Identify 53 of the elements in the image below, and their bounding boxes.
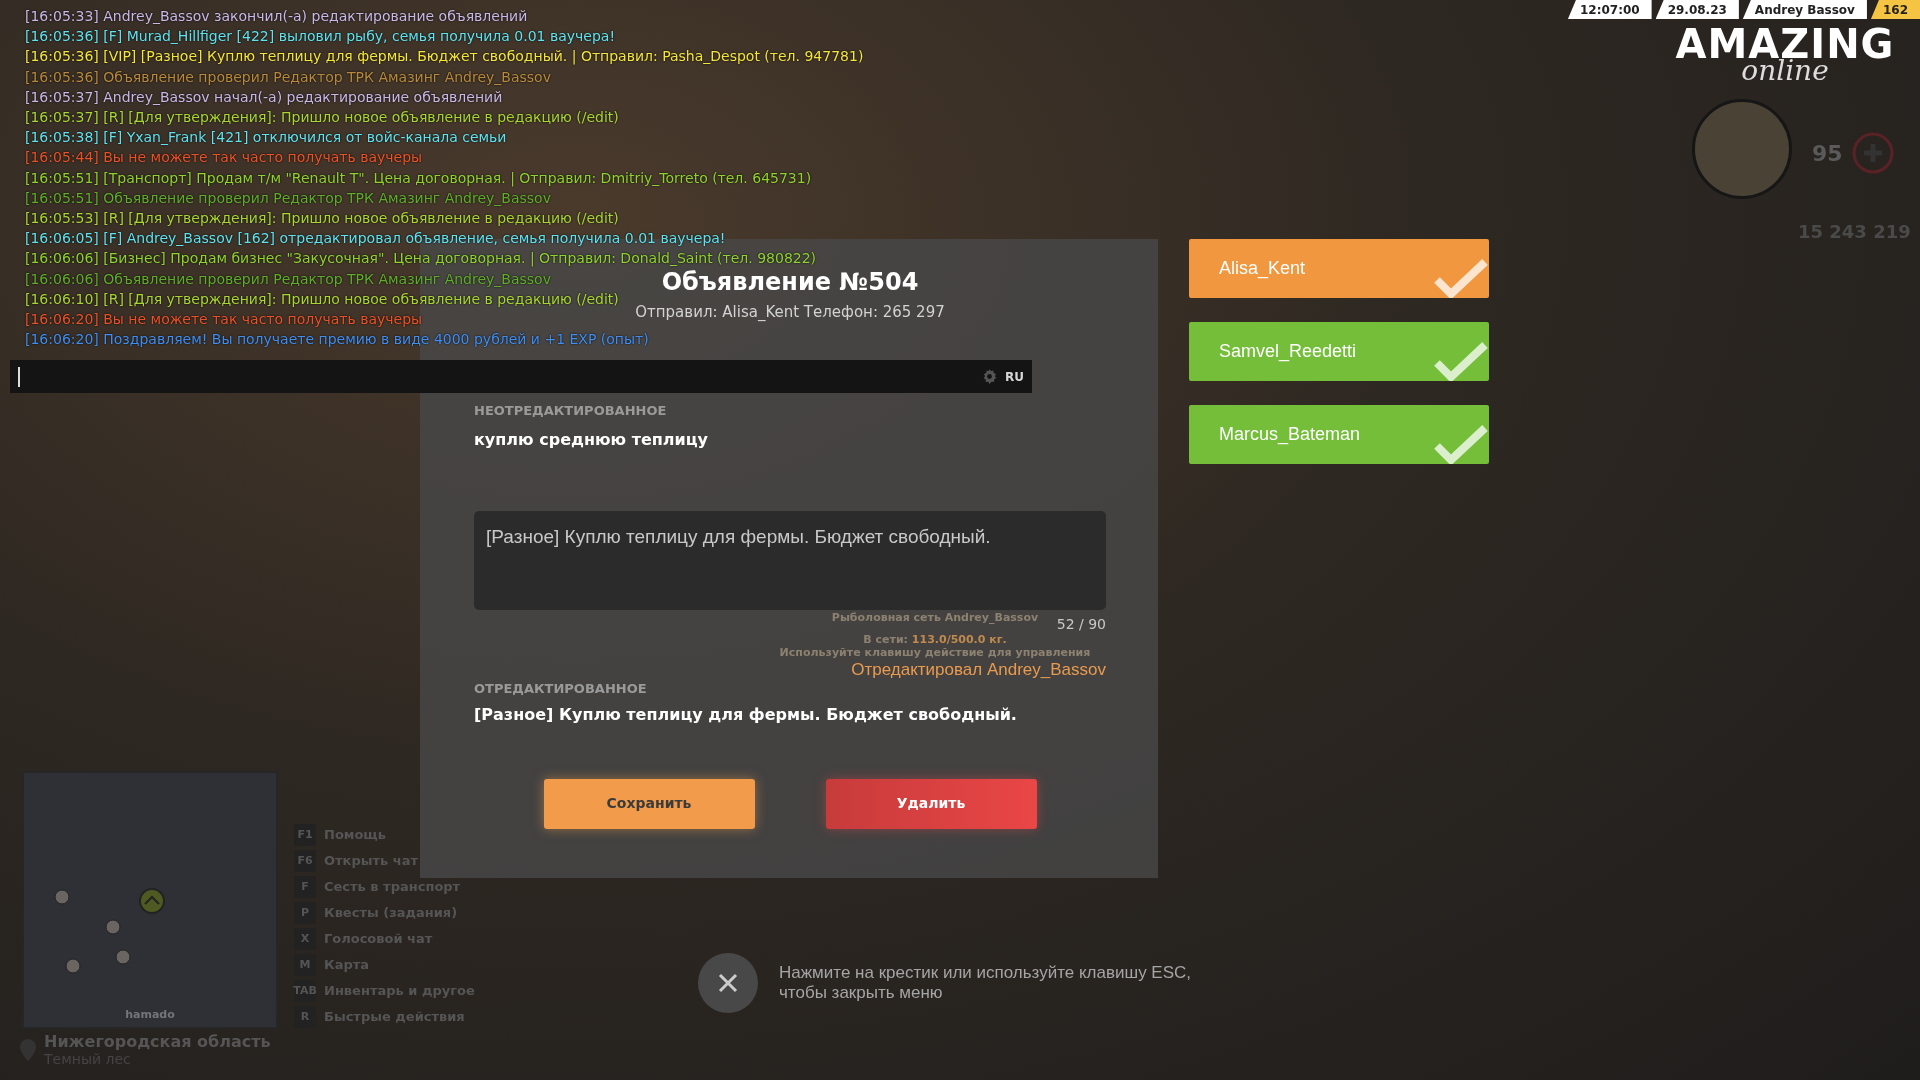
delete-button[interactable]: Удалить bbox=[825, 778, 1037, 829]
editor-name: Samvel_Reedetti bbox=[1219, 340, 1357, 364]
chat-message: [16:05:38] [F] Yxan_Frank [421] отключился от войс-канала семьи bbox=[25, 128, 507, 148]
close-icon bbox=[718, 973, 738, 993]
ad-title: Объявление №504 bbox=[661, 267, 919, 297]
world-label: В сети: 113.0/500.0 кг. bbox=[863, 633, 1007, 646]
chat-message: [16:06:06] [Бизнес] Продам бизнес "Закусочная". Цена договорная. | Отправил: Donald_Saint (тел. 980822) bbox=[25, 249, 817, 269]
chat-message: [16:05:51] Объявление проверил Редактор ТРК Амазинг Andrey_Bassov bbox=[25, 188, 551, 208]
ad-text-field[interactable]: [Разное] Куплю теплицу для фермы. Бюджет свободный. bbox=[474, 511, 1106, 610]
chat-message: [16:05:36] [VIP] [Разное] Куплю теплицу для фермы. Бюджет свободный. | Отправил: Pasha_Despot (тел. 947781) bbox=[25, 47, 864, 67]
chat-message: [16:06:06] Объявление проверил Редактор ТРК Амазинг Andrey_Bassov bbox=[25, 269, 551, 289]
chat-message: [16:06:20] Вы не можете так часто получать ваучеры bbox=[25, 310, 423, 330]
minimap-label: hamado bbox=[125, 1006, 175, 1023]
editor-card[interactable]: Alisa_Kent bbox=[1189, 239, 1489, 298]
player-level: 162 bbox=[1870, 0, 1920, 19]
chat-message: [16:05:53] [R] [Для утверждения]: Пришло новое объявление в редакцию (/edit) bbox=[25, 209, 619, 229]
chat-message: [16:05:51] [Транспорт] Продам т/м "Renault T". Цена договорная. | Отправил: Dmitriy_Torreto (тел. 645731) bbox=[25, 168, 812, 188]
chat-message: [16:06:20] Поздравляем! Вы получаете премию в виде 4000 рублей и +1 EXP (опыт) bbox=[25, 330, 649, 350]
save-button[interactable]: Сохранить bbox=[543, 778, 755, 829]
chat-message: [16:05:36] Объявление проверил Редактор ТРК Амазинг Andrey_Bassov bbox=[25, 67, 551, 87]
editor-card[interactable]: Samvel_Reedetti bbox=[1189, 322, 1489, 381]
original-ad-text: куплю среднюю теплицу bbox=[474, 429, 710, 451]
close-button[interactable] bbox=[698, 953, 758, 1013]
chat-message: [16:05:36] [F] Murad_Hillfiger [422] выловил рыбу, семья получила 0.01 ваучера! bbox=[25, 27, 615, 47]
section-label: НЕОТРЕДАКТИРОВАННОЕ bbox=[474, 401, 668, 420]
chat-input-field[interactable]: RU bbox=[10, 360, 1032, 393]
chat-message: [16:05:44] Вы не можете так часто получать ваучеры bbox=[25, 148, 423, 168]
chat-message: [16:05:37] Andrey_Bassov начал(-а) редактирование объявлений bbox=[25, 87, 503, 107]
time-display: 12:07:00 bbox=[1567, 0, 1652, 19]
settings-icon[interactable] bbox=[982, 369, 997, 384]
checkmark-icon bbox=[1433, 424, 1489, 464]
editor-name: Marcus_Bateman bbox=[1219, 423, 1361, 447]
chat-message: [16:06:05] [F] Andrey_Bassov [162] отредактировал объявление, семья получила 0.01 ваучера! bbox=[25, 229, 726, 249]
chat-message: [16:05:33] Andrey_Bassov закончил(-а) редактирование объявлений bbox=[25, 7, 528, 26]
editor-card[interactable]: Marcus_Bateman bbox=[1189, 405, 1489, 464]
section-label: ОТРЕДАКТИРОВАННОЕ bbox=[474, 680, 647, 698]
editor-name: Alisa_Kent bbox=[1219, 257, 1306, 281]
close-hint: Нажмите на крестик или используйте клавишу ESC, чтобы закрыть меню bbox=[779, 963, 1193, 1003]
health-plus-icon bbox=[1850, 131, 1895, 175]
player-name: Andrey Bassov bbox=[1742, 0, 1867, 19]
edited-ad-text: [Разное] Куплю теплицу для фермы. Бюджет свободный. bbox=[474, 703, 1018, 726]
world-label: Используйте клавишу действие для управления bbox=[779, 646, 1091, 659]
chat-message: [16:05:37] [R] [Для утверждения]: Пришло новое объявление в редакцию (/edit) bbox=[25, 108, 619, 127]
language-indicator: RU bbox=[1005, 368, 1024, 386]
editor-note: Отредактировал Andrey_Bassov bbox=[851, 661, 1106, 679]
character-counter: 52 / 90 bbox=[1056, 615, 1106, 634]
checkmark-icon bbox=[1433, 341, 1489, 381]
ad-sender: Отправил: Alisa_Kent Телефон: 265 297 bbox=[635, 302, 945, 323]
date-display: 29.08.23 bbox=[1655, 0, 1739, 19]
chat-message: [16:06:10] [R] [Для утверждения]: Пришло новое объявление в редакцию (/edit) bbox=[25, 289, 619, 309]
checkmark-icon bbox=[1433, 258, 1489, 298]
world-label: Рыболовная сеть Andrey_Bassov bbox=[831, 611, 1039, 624]
health-value: 95 bbox=[1812, 139, 1843, 168]
